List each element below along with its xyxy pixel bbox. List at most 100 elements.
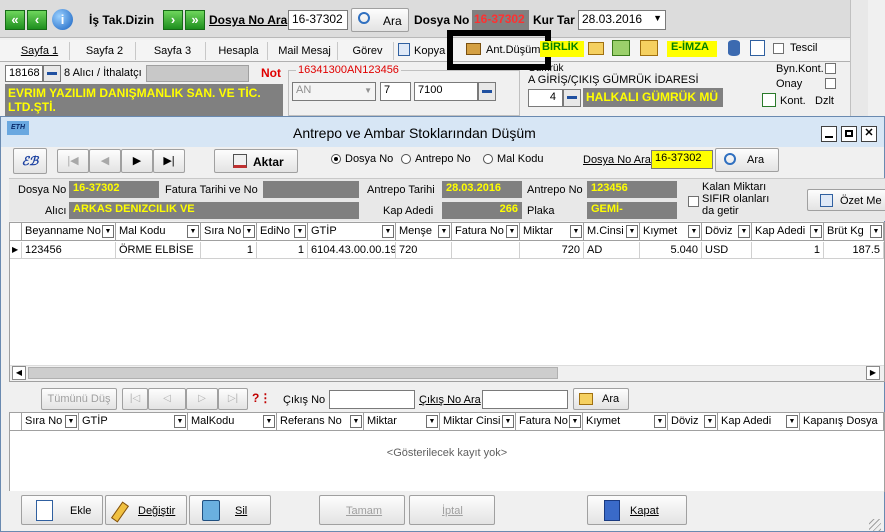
dzlt-button[interactable]: Dzlt [815, 95, 834, 107]
col2-kiymet[interactable]: Kıymet ▼ [583, 413, 668, 431]
nav-next-button[interactable]: ▶ [121, 149, 153, 173]
folder-up-icon[interactable] [612, 40, 630, 56]
aktar-button[interactable]: Aktar [214, 149, 298, 173]
ara2-button[interactable]: Ara [573, 388, 629, 410]
alici-code-input[interactable]: 18168 [5, 65, 43, 82]
seven-input[interactable]: 7 [380, 82, 411, 101]
chevron-down-icon[interactable]: ▼ [382, 225, 394, 238]
chevron-down-icon[interactable]: ▼ [502, 415, 514, 428]
chevron-down-icon[interactable]: ▼ [243, 225, 255, 238]
chevron-down-icon[interactable]: ▼ [688, 225, 700, 238]
nav-last-button[interactable]: ▶| [153, 149, 185, 173]
kapat-button[interactable]: Kapat [587, 495, 687, 525]
preview-icon[interactable] [750, 40, 765, 56]
scroll-thumb[interactable] [28, 367, 558, 379]
folder-open-icon[interactable] [640, 40, 658, 56]
ekle-button[interactable]: Ekle [21, 495, 103, 525]
byn-kont-checkbox[interactable] [825, 63, 836, 74]
radio-dosya-no[interactable] [331, 154, 341, 164]
col-sira-no[interactable]: Sıra No ▼ [201, 223, 257, 241]
col-gtip[interactable]: GTİP ▼ [308, 223, 396, 241]
onay-checkbox[interactable] [825, 78, 836, 89]
maximize-button[interactable] [841, 126, 857, 142]
chevron-down-icon[interactable]: ▼ [810, 225, 822, 238]
e-imza-badge[interactable]: E-İMZA [667, 41, 717, 57]
resize-grip-icon[interactable] [869, 519, 881, 531]
tab-gorev[interactable]: Görev [342, 42, 394, 60]
chevron-down-icon[interactable]: ▼ [350, 415, 362, 428]
gumruk-no-input[interactable]: 4 [528, 89, 563, 107]
info-icon[interactable]: i [52, 9, 73, 30]
chevron-down-icon[interactable]: ▼ [654, 415, 666, 428]
col-brut-kg[interactable]: Brüt Kg ▼ [824, 223, 884, 241]
kont-button[interactable]: Kont. [780, 95, 806, 107]
col2-referans-no[interactable]: Referans No ▼ [277, 413, 364, 431]
chevron-down-icon[interactable]: ▼ [438, 225, 450, 238]
kalan-checkbox[interactable] [688, 196, 699, 207]
chevron-down-icon[interactable]: ▼ [506, 225, 518, 238]
tab-ant-dusum[interactable]: Ant.Düşüm [486, 44, 540, 56]
dialog-ara-button[interactable]: Ara [715, 148, 779, 172]
main-vertical-scrollbar[interactable] [850, 0, 868, 116]
col2-miktar-cinsi[interactable]: Miktar Cinsi ▼ [440, 413, 516, 431]
col-miktar[interactable]: Miktar ▼ [520, 223, 584, 241]
chevron-down-icon[interactable]: ▼ [102, 225, 114, 238]
dialog-dosya-no-ara-input[interactable]: 16-37302 [651, 150, 713, 169]
birlik-badge[interactable]: BİRLİK [540, 41, 584, 57]
chevron-down-icon[interactable]: ▼ [294, 225, 306, 238]
scroll-left-button[interactable]: ◀ [12, 366, 26, 380]
scroll-right-button[interactable]: ▶ [866, 366, 880, 380]
chevron-down-icon[interactable]: ▼ [870, 225, 882, 238]
col2-doviz[interactable]: Döviz ▼ [668, 413, 718, 431]
alici-lookup-button[interactable] [43, 65, 61, 82]
chevron-down-icon[interactable]: ▼ [569, 415, 581, 428]
col-kiymet[interactable]: Kıymet ▼ [640, 223, 702, 241]
col2-kap-adedi[interactable]: Kap Adedi ▼ [718, 413, 800, 431]
first-record-button[interactable]: « [5, 10, 25, 30]
col2-fatura-no[interactable]: Fatura No ▼ [516, 413, 583, 431]
database-icon[interactable] [728, 40, 740, 56]
tab-sayfa-2[interactable]: Sayfa 2 [74, 42, 136, 60]
col-kap-adedi[interactable]: Kap Adedi ▼ [752, 223, 824, 241]
next-record-button[interactable]: › [163, 10, 183, 30]
chevron-down-icon[interactable]: ▼ [738, 225, 750, 238]
col2-mal-kodu[interactable]: MalKodu ▼ [188, 413, 277, 431]
seven-lookup-button[interactable] [478, 82, 496, 101]
help-icon[interactable]: ?⋮ [252, 391, 271, 405]
col-mense[interactable]: Menşe ▼ [396, 223, 452, 241]
tab-hesapla[interactable]: Hesapla [210, 42, 268, 60]
tab-kopya[interactable]: Kopya [414, 42, 450, 60]
cikis-no-input[interactable] [329, 390, 415, 409]
last-record-button[interactable]: » [185, 10, 205, 30]
radio-mal-kodu[interactable] [483, 154, 493, 164]
chevron-down-icon[interactable]: ▼ [426, 415, 438, 428]
col-fatura-no[interactable]: Fatura No ▼ [452, 223, 520, 241]
chevron-down-icon[interactable]: ▼ [626, 225, 638, 238]
sil-button[interactable]: Sil [189, 495, 271, 525]
dosya-no-ara-input[interactable]: 16-37302 [288, 10, 348, 30]
prev-record-button[interactable]: ‹ [27, 10, 47, 30]
chevron-down-icon[interactable]: ▼ [174, 415, 186, 428]
col2-miktar[interactable]: Miktar ▼ [364, 413, 440, 431]
minimize-button[interactable] [821, 126, 837, 142]
chevron-down-icon[interactable]: ▼ [786, 415, 798, 428]
folder-icon[interactable] [588, 42, 604, 55]
ara-button[interactable]: Ara [351, 8, 409, 32]
chevron-down-icon[interactable]: ▼ [570, 225, 582, 238]
tescil-checkbox[interactable] [773, 43, 784, 54]
ozet-button[interactable]: Özet Me [807, 189, 885, 211]
close-button[interactable]: ✕ [861, 126, 877, 142]
col-beyanname-no[interactable]: Beyanname No ▼ [22, 223, 116, 241]
tab-sayfa-1[interactable]: Sayfa 1 [10, 42, 70, 60]
col2-gtip[interactable]: GTİP ▼ [79, 413, 188, 431]
chevron-down-icon[interactable]: ▼ [65, 415, 77, 428]
degistir-button[interactable]: Değiştir [105, 495, 187, 525]
radio-antrepo-no[interactable] [401, 154, 411, 164]
col2-sira-no[interactable]: Sıra No ▼ [22, 413, 79, 431]
tab-mail-mesaj[interactable]: Mail Mesaj [272, 42, 338, 60]
seven-one-input[interactable]: 7100 [414, 82, 478, 101]
kur-tar-select[interactable]: 28.03.2016 ▼ [578, 10, 666, 30]
col2-kapanis-dosya[interactable]: Kapanış Dosya [800, 413, 884, 431]
table-row[interactable]: ▶ 123456 ÖRME ELBİSE 1 1 6104.43.00.00.1… [10, 242, 884, 259]
cikis-no-ara-input[interactable] [482, 390, 568, 409]
